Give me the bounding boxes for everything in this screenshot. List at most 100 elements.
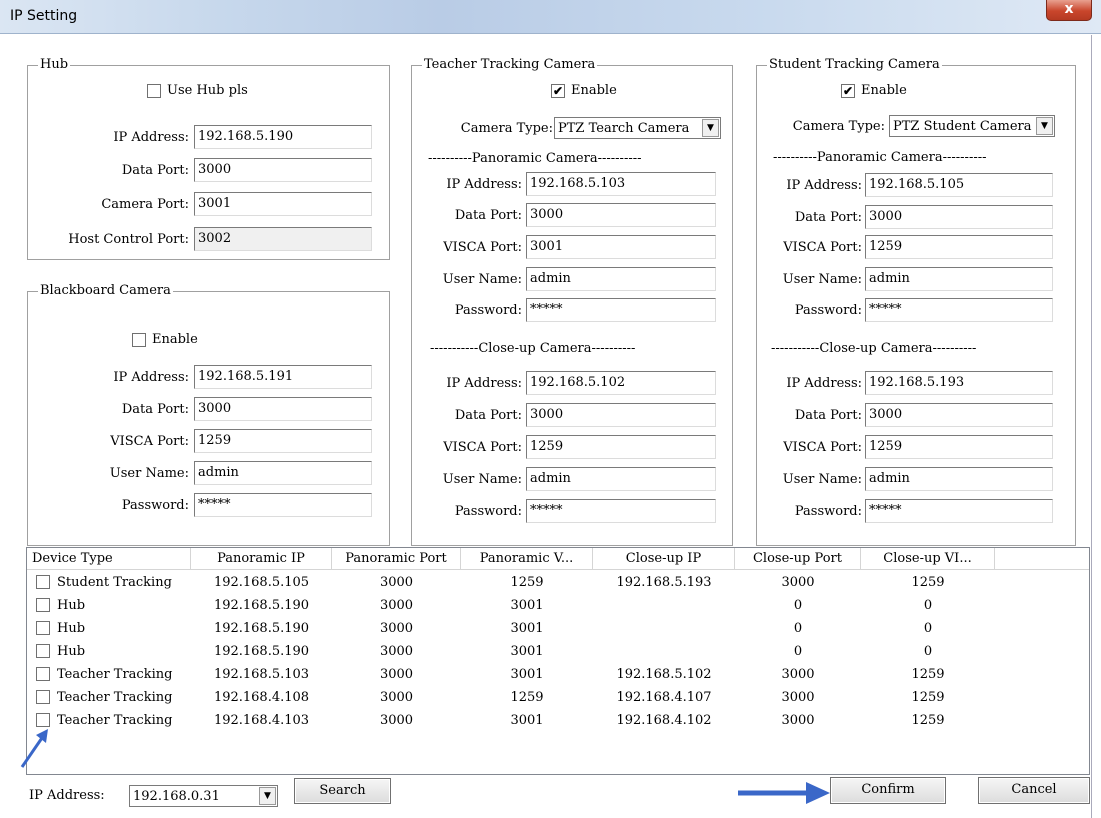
title-bar: IP Setting x xyxy=(0,0,1101,34)
table-cell: 3000 xyxy=(781,575,815,590)
table-row[interactable]: Student Tracking 192.168.5.105 3000 1259 192… xyxy=(27,571,1089,594)
dropdown-arrow-icon: ▼ xyxy=(702,119,719,137)
student-pano-ip-field[interactable]: 192.168.5.105 xyxy=(865,173,1053,197)
table-cell: 192.168.5.193 xyxy=(616,575,712,590)
close-button[interactable]: x xyxy=(1046,0,1092,21)
teacher-pano-password-label: Password: xyxy=(454,303,522,318)
blackboard-user-field[interactable]: admin xyxy=(194,461,372,485)
blackboard-group: Blackboard Camera Enable IP Address: 192… xyxy=(27,283,390,546)
column-header[interactable]: Panoramic IP xyxy=(191,548,332,570)
table-row[interactable]: Teacher Tracking 192.168.5.103 3000 3001 192… xyxy=(27,663,1089,686)
blackboard-enable-checkbox[interactable] xyxy=(132,333,146,347)
table-row[interactable]: Hub 192.168.5.190 3000 3001 0 0 xyxy=(27,640,1089,663)
student-pano-data-port-field[interactable]: 3000 xyxy=(865,205,1053,229)
teacher-camera-type-select[interactable]: PTZ Tearch Camera ▼ xyxy=(554,117,721,139)
table-cell: 3000 xyxy=(781,667,815,682)
annotation-arrow-head xyxy=(36,729,48,743)
search-button[interactable]: Search xyxy=(294,778,391,804)
footer-ip-select[interactable]: 192.168.0.31 ▼ xyxy=(129,785,278,807)
device-list[interactable]: Device Type Panoramic IP Panoramic Port Pan… xyxy=(26,547,1090,775)
teacher-pano-user-field[interactable]: admin xyxy=(526,267,716,291)
teacher-pano-ip-label: IP Address: xyxy=(446,177,522,192)
hub-ip-label: IP Address: xyxy=(113,130,189,145)
teacher-pano-visca-field[interactable]: 3001 xyxy=(526,235,716,259)
column-header[interactable]: Close-up IP xyxy=(593,548,735,570)
table-cell: 1259 xyxy=(510,575,544,590)
student-close-password-label: Password: xyxy=(794,504,862,519)
cancel-button[interactable]: Cancel xyxy=(978,777,1090,804)
teacher-pano-data-port-field[interactable]: 3000 xyxy=(526,203,716,227)
column-header[interactable]: Panoramic Port xyxy=(332,548,461,570)
hub-ip-field[interactable]: 192.168.5.190 xyxy=(194,125,372,149)
teacher-close-password-label: Password: xyxy=(454,504,522,519)
table-cell: 3000 xyxy=(379,575,414,590)
teacher-close-user-field[interactable]: admin xyxy=(526,467,716,491)
blackboard-visca-field[interactable]: 1259 xyxy=(194,429,372,453)
student-close-visca-field[interactable]: 1259 xyxy=(865,435,1053,459)
table-cell: 192.168.4.103 xyxy=(213,713,310,728)
column-header[interactable]: Device Type xyxy=(27,548,191,570)
table-cell: 0 xyxy=(793,644,803,659)
teacher-pano-password-field[interactable]: ***** xyxy=(526,298,716,322)
table-cell: 192.168.5.190 xyxy=(213,644,310,659)
blackboard-ip-label: IP Address: xyxy=(113,370,189,385)
column-header[interactable]: Panoramic V... xyxy=(461,548,593,570)
table-row[interactable]: Teacher Tracking 192.168.4.103 3000 3001 192… xyxy=(27,709,1089,732)
teacher-enable-checkbox[interactable]: ✔ xyxy=(551,84,565,98)
student-pano-password-field[interactable]: ***** xyxy=(865,298,1053,322)
student-group-title: Student Tracking Camera xyxy=(767,57,942,73)
student-pano-user-field[interactable]: admin xyxy=(865,267,1053,291)
table-row[interactable]: Hub 192.168.5.190 3000 3001 0 0 xyxy=(27,594,1089,617)
student-enable-checkbox[interactable]: ✔ xyxy=(841,84,855,98)
student-close-password-field[interactable]: ***** xyxy=(865,499,1053,523)
teacher-close-visca-field[interactable]: 1259 xyxy=(526,435,716,459)
table-cell xyxy=(593,640,735,663)
hub-group-title: Hub xyxy=(38,57,71,73)
use-hub-checkbox[interactable] xyxy=(147,84,161,98)
window-title: IP Setting xyxy=(10,8,78,24)
student-close-visca-label: VISCA Port: xyxy=(783,440,862,455)
dropdown-arrow-icon: ▼ xyxy=(259,787,276,805)
teacher-pano-visca-label: VISCA Port: xyxy=(443,240,522,255)
table-cell: 1259 xyxy=(510,690,544,705)
table-cell: 0 xyxy=(923,621,933,636)
column-header[interactable]: Close-up Port xyxy=(735,548,861,570)
teacher-closeup-separator: -----------Close-up Camera---------- xyxy=(430,341,636,356)
student-camera-type-label: Camera Type: xyxy=(792,119,885,134)
dialog-client-area: Hub Use Hub pls IP Address: 192.168.5.19… xyxy=(0,35,1092,818)
teacher-close-password-field[interactable]: ***** xyxy=(526,499,716,523)
teacher-pano-ip-field[interactable]: 192.168.5.103 xyxy=(526,172,716,196)
table-cell: 3001 xyxy=(510,598,544,613)
student-pano-visca-field[interactable]: 1259 xyxy=(865,235,1053,259)
confirm-button[interactable]: Confirm xyxy=(830,777,946,804)
annotation-arrow-icon xyxy=(738,782,830,804)
blackboard-enable-label: Enable xyxy=(152,332,198,347)
table-cell xyxy=(593,594,735,617)
teacher-close-ip-field[interactable]: 192.168.5.102 xyxy=(526,371,716,395)
hub-camera-port-field[interactable]: 3001 xyxy=(194,192,372,216)
blackboard-data-port-field[interactable]: 3000 xyxy=(194,397,372,421)
blackboard-password-field[interactable]: ***** xyxy=(194,493,372,517)
teacher-close-data-port-field[interactable]: 3000 xyxy=(526,403,716,427)
close-icon: x xyxy=(1064,1,1074,17)
annotation-arrow-head xyxy=(806,782,830,804)
student-close-data-port-field[interactable]: 3000 xyxy=(865,403,1053,427)
student-close-ip-field[interactable]: 192.168.5.193 xyxy=(865,371,1053,395)
table-row[interactable]: Hub 192.168.5.190 3000 3001 0 0 xyxy=(27,617,1089,640)
annotation-arrow-shaft xyxy=(20,734,46,768)
hub-data-port-field[interactable]: 3000 xyxy=(194,158,372,182)
teacher-pano-data-port-label: Data Port: xyxy=(454,208,522,223)
table-row[interactable]: Teacher Tracking 192.168.4.108 3000 1259 192… xyxy=(27,686,1089,709)
hub-host-control-field[interactable]: 3002 xyxy=(194,227,372,251)
table-cell: 3000 xyxy=(379,667,414,682)
student-close-user-field[interactable]: admin xyxy=(865,467,1053,491)
student-closeup-separator: -----------Close-up Camera---------- xyxy=(771,341,977,356)
teacher-camera-type-label: Camera Type: xyxy=(460,121,553,136)
student-camera-type-select[interactable]: PTZ Student Camera ▼ xyxy=(889,115,1055,137)
blackboard-ip-field[interactable]: 192.168.5.191 xyxy=(194,365,372,389)
table-cell: Hub xyxy=(57,644,86,659)
student-pano-password-label: Password: xyxy=(794,303,862,318)
column-header[interactable]: Close-up VI... xyxy=(861,548,995,570)
student-close-ip-label: IP Address: xyxy=(786,376,862,391)
teacher-group: Teacher Tracking Camera ✔ Enable Camera … xyxy=(411,57,733,546)
